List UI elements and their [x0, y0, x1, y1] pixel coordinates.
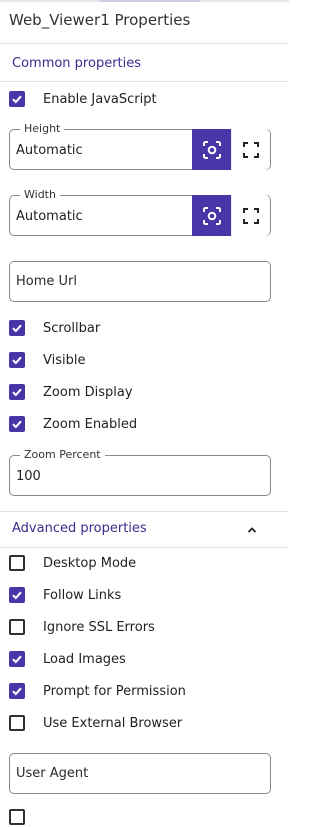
width-value[interactable]: Automatic — [16, 209, 83, 224]
checkmark-icon — [12, 591, 22, 600]
checkbox-box[interactable] — [9, 683, 25, 699]
checkmark-icon — [12, 687, 22, 696]
use-external-browser-checkbox[interactable]: Use External Browser — [9, 713, 182, 733]
height-fullscreen-button[interactable] — [231, 129, 270, 170]
checkbox-box[interactable] — [9, 555, 25, 571]
checkbox-box[interactable] — [9, 809, 25, 825]
checkbox-box[interactable] — [9, 384, 25, 400]
target-icon — [202, 206, 221, 225]
checkbox-box[interactable] — [9, 651, 25, 667]
checkbox-box[interactable] — [9, 91, 25, 107]
checkmark-icon — [12, 324, 22, 333]
checkbox-label: Enable JavaScript — [43, 91, 157, 107]
checkbox-box[interactable] — [9, 619, 25, 635]
checkbox-label: Load Images — [43, 651, 126, 667]
checkbox-label: Scrollbar — [43, 320, 101, 336]
visible-checkbox[interactable]: Visible — [9, 350, 85, 370]
target-icon — [202, 140, 221, 159]
fullscreen-icon — [243, 207, 259, 224]
height-value[interactable]: Automatic — [16, 143, 83, 158]
height-field[interactable]: Height Automatic — [9, 122, 271, 170]
divider — [0, 81, 289, 82]
scrollbar-checkbox[interactable]: Scrollbar — [9, 318, 100, 338]
checkbox-box[interactable] — [9, 416, 25, 432]
divider — [0, 511, 289, 512]
checkbox-label: Visible — [43, 352, 86, 368]
load-images-checkbox[interactable]: Load Images — [9, 649, 126, 669]
checkmark-icon — [12, 356, 22, 365]
desktop-mode-checkbox[interactable]: Desktop Mode — [9, 553, 136, 573]
zoom-enabled-checkbox[interactable]: Zoom Enabled — [9, 414, 137, 434]
prompt-for-permission-checkbox[interactable]: Prompt for Permission — [9, 681, 186, 701]
checkmark-icon — [12, 420, 22, 429]
divider — [0, 43, 289, 44]
zoom-percent-field[interactable]: Zoom Percent 100 — [9, 448, 271, 496]
checkbox-label: Use External Browser — [43, 715, 183, 731]
checkbox-box[interactable] — [9, 715, 25, 731]
checkmark-icon — [12, 655, 22, 664]
height-locate-button[interactable] — [192, 129, 231, 170]
checkmark-icon — [12, 388, 22, 397]
checkbox-box[interactable] — [9, 352, 25, 368]
active-tab-indicator — [100, 0, 200, 2]
width-locate-button[interactable] — [192, 195, 231, 236]
checkbox-label: Zoom Enabled — [43, 416, 138, 432]
height-legend: Height — [20, 122, 65, 136]
home-url-input[interactable] — [10, 262, 270, 301]
panel-title: Web_Viewer1 Properties — [9, 11, 191, 29]
user-agent-field[interactable] — [9, 753, 271, 794]
section-advanced-heading[interactable]: Advanced properties — [12, 521, 147, 536]
user-agent-input[interactable] — [10, 754, 270, 793]
width-legend: Width — [20, 188, 60, 202]
checkbox-box[interactable] — [9, 320, 25, 336]
divider — [0, 547, 289, 548]
zoom-percent-value[interactable]: 100 — [16, 469, 41, 484]
checkbox-box[interactable] — [9, 587, 25, 603]
section-common-heading[interactable]: Common properties — [12, 56, 141, 71]
checkmark-icon — [12, 95, 22, 104]
fullscreen-icon — [243, 141, 259, 158]
chevron-up-icon[interactable] — [245, 523, 259, 537]
zoom-display-checkbox[interactable]: Zoom Display — [9, 382, 133, 402]
ignore-ssl-errors-checkbox[interactable]: Ignore SSL Errors — [9, 617, 155, 637]
checkbox-label: Prompt for Permission — [43, 683, 186, 699]
next-checkbox-partial[interactable] — [9, 807, 25, 827]
width-field[interactable]: Width Automatic — [9, 188, 271, 236]
home-url-field[interactable] — [9, 261, 271, 302]
follow-links-checkbox[interactable]: Follow Links — [9, 585, 121, 605]
checkbox-label: Ignore SSL Errors — [43, 619, 155, 635]
width-fullscreen-button[interactable] — [231, 195, 270, 236]
checkbox-label: Desktop Mode — [43, 555, 137, 571]
zoom-percent-legend: Zoom Percent — [20, 448, 105, 462]
top-border — [0, 0, 289, 2]
checkbox-label: Zoom Display — [43, 384, 133, 400]
enable-javascript-checkbox[interactable]: Enable JavaScript — [9, 89, 157, 109]
checkbox-label: Follow Links — [43, 587, 122, 603]
